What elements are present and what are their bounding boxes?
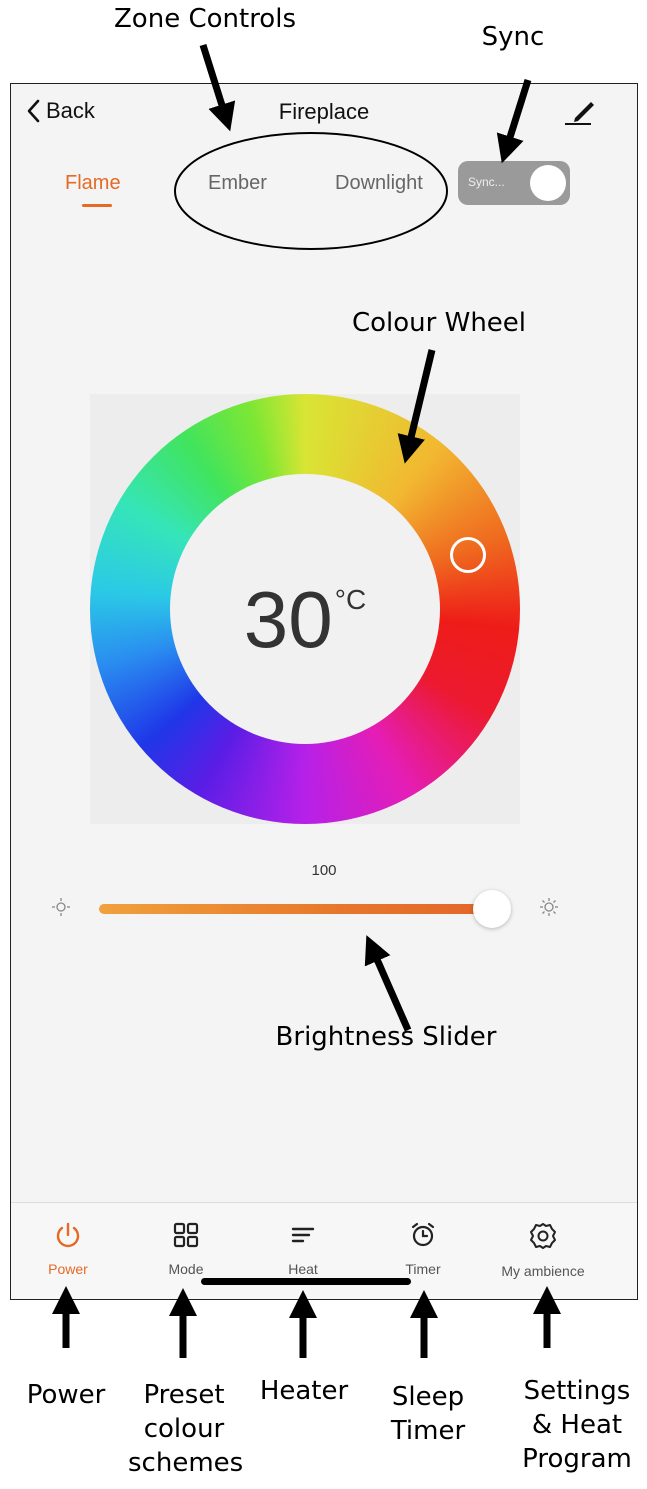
nav-my-ambience[interactable]: My ambience — [483, 1221, 603, 1279]
brightness-high-icon — [540, 898, 558, 916]
temperature-unit: °C — [334, 584, 367, 615]
nav-timer-label: Timer — [405, 1261, 441, 1277]
tab-flame[interactable]: Flame — [65, 172, 121, 195]
brightness-slider-handle[interactable] — [473, 890, 511, 928]
nav-timer[interactable]: Timer — [363, 1221, 483, 1277]
power-icon — [56, 1222, 80, 1248]
annotation-sleep-line1: Sleep — [391, 1382, 465, 1412]
zone-controls-ellipse — [174, 132, 448, 250]
nav-my-ambience-label: My ambience — [501, 1263, 585, 1279]
brightness-slider-track[interactable] — [99, 904, 491, 914]
nav-heat[interactable]: Heat — [243, 1221, 363, 1277]
tab-active-indicator — [82, 204, 112, 207]
brightness-low-icon — [52, 898, 70, 916]
annotation-settings-line2: & Heat — [531, 1410, 623, 1440]
edit-icon[interactable] — [561, 92, 597, 128]
annotation-preset-line2: colour — [143, 1414, 225, 1444]
annotation-zone-controls: Zone Controls — [114, 4, 296, 34]
bottom-navigation: Power Mode Heat Timer My ambience — [11, 1202, 637, 1299]
sync-toggle-label: Sync... — [468, 175, 505, 189]
alarm-clock-icon — [411, 1222, 435, 1247]
brightness-value: 100 — [311, 862, 337, 879]
nav-mode-label: Mode — [168, 1261, 204, 1277]
colour-wheel-panel: 30°C — [90, 394, 520, 824]
nav-power[interactable]: Power — [11, 1221, 128, 1277]
annotation-preset-line1: Preset — [143, 1380, 225, 1410]
grid-icon — [173, 1222, 199, 1248]
colour-wheel-handle[interactable] — [450, 537, 486, 573]
annotation-settings-line3: Program — [522, 1444, 632, 1474]
home-indicator — [201, 1278, 411, 1285]
annotation-preset-line3: schemes — [128, 1448, 244, 1478]
annotation-sleep-line2: Timer — [390, 1416, 466, 1446]
app-screen: Back Fireplace Flame Ember Downlight Syn… — [10, 83, 638, 1300]
annotation-sleep-timer: Sleep Timer — [376, 1380, 480, 1448]
annotation-settings-heat-program: Settings & Heat Program — [512, 1374, 642, 1476]
temperature-display: 30°C — [90, 574, 520, 666]
sync-toggle[interactable]: Sync... — [458, 161, 570, 205]
nav-heat-label: Heat — [288, 1261, 318, 1277]
nav-power-label: Power — [48, 1261, 88, 1277]
annotation-brightness-slider: Brightness Slider — [275, 1022, 497, 1052]
gear-icon — [530, 1223, 556, 1249]
sync-toggle-knob — [530, 165, 566, 201]
nav-mode[interactable]: Mode — [126, 1221, 246, 1277]
annotation-colour-wheel: Colour Wheel — [351, 308, 527, 338]
colour-wheel[interactable]: 30°C — [90, 394, 520, 824]
annotation-settings-line1: Settings — [523, 1376, 631, 1406]
temperature-value: 30 — [243, 575, 333, 664]
annotation-preset-colour-schemes: Preset colour schemes — [128, 1378, 244, 1480]
page-title: Fireplace — [278, 99, 370, 124]
lines-icon — [291, 1227, 315, 1243]
annotation-sync: Sync — [481, 22, 545, 52]
annotation-power: Power — [26, 1380, 106, 1410]
annotation-heater: Heater — [259, 1376, 349, 1406]
